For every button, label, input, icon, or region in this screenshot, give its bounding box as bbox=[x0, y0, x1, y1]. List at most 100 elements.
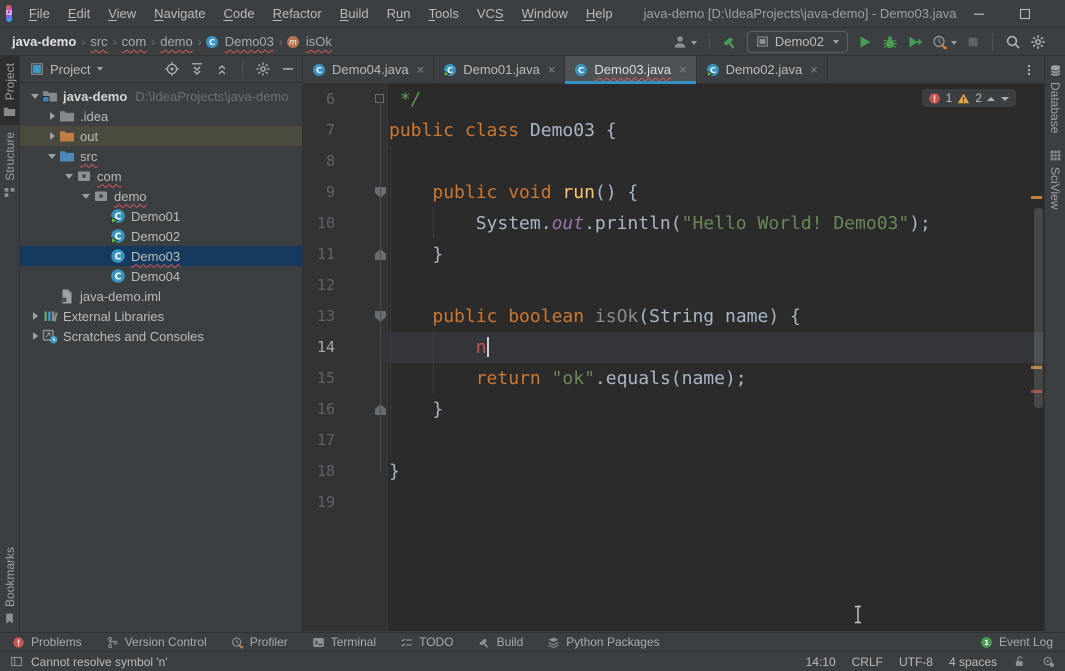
chevron-down-icon[interactable] bbox=[28, 89, 42, 103]
code-line-10[interactable]: System.out.println("Hello World! Demo03"… bbox=[303, 208, 1044, 239]
file-encoding[interactable]: UTF-8 bbox=[899, 655, 933, 669]
tree-item-out[interactable]: out bbox=[20, 126, 302, 146]
menu-view[interactable]: View bbox=[99, 0, 145, 28]
close-button[interactable] bbox=[1048, 0, 1065, 28]
menu-tools[interactable]: Tools bbox=[420, 0, 468, 28]
inspection-profile-icon[interactable] bbox=[1042, 655, 1055, 668]
tool-window-button-terminal[interactable]: Terminal bbox=[312, 635, 376, 649]
debug-button[interactable] bbox=[882, 33, 898, 50]
expand-all-button[interactable] bbox=[189, 61, 205, 77]
tool-window-button-build[interactable]: Build bbox=[478, 635, 523, 649]
tab-close-icon[interactable]: × bbox=[810, 62, 818, 77]
indent-setting[interactable]: 4 spaces bbox=[949, 655, 997, 669]
panel-settings-button[interactable] bbox=[255, 61, 271, 77]
code-line-7[interactable]: public class Demo03 { bbox=[303, 115, 1044, 146]
breadcrumb-item-demo03[interactable]: C Demo03 bbox=[205, 34, 276, 49]
minimize-button[interactable] bbox=[956, 0, 1002, 28]
editor-tab-demo02-java[interactable]: C Demo02.java × bbox=[697, 56, 828, 83]
locate-file-button[interactable] bbox=[164, 61, 180, 77]
tree-item-demo02[interactable]: C Demo02 bbox=[20, 226, 302, 246]
next-problem-button[interactable] bbox=[1001, 94, 1010, 103]
code-line-13[interactable]: public boolean isOk(String name) { bbox=[303, 301, 1044, 332]
line-separator[interactable]: CRLF bbox=[852, 655, 883, 669]
tool-button-sciview[interactable]: SciView bbox=[1048, 141, 1062, 217]
tool-window-button-problems[interactable]: Problems bbox=[12, 635, 82, 649]
menu-refactor[interactable]: Refactor bbox=[264, 0, 331, 28]
tool-button-structure[interactable]: Structure bbox=[0, 125, 19, 206]
tree-item-src[interactable]: src bbox=[20, 146, 302, 166]
code-line-17[interactable] bbox=[303, 425, 1044, 456]
chevron-down-icon[interactable] bbox=[62, 169, 76, 183]
stop-button[interactable] bbox=[966, 34, 980, 50]
tool-window-button-todo[interactable]: TODO bbox=[400, 635, 454, 649]
hidden-tabs-button[interactable] bbox=[1014, 56, 1044, 83]
code-line-14[interactable]: n bbox=[303, 332, 1044, 363]
collapse-all-button[interactable] bbox=[214, 61, 230, 77]
menu-build[interactable]: Build bbox=[331, 0, 378, 28]
user-button[interactable] bbox=[672, 33, 697, 50]
chevron-right-icon[interactable] bbox=[45, 129, 59, 143]
breadcrumb-item-java-demo[interactable]: java-demo bbox=[10, 34, 78, 49]
tab-close-icon[interactable]: × bbox=[417, 62, 425, 77]
breadcrumb-item-src[interactable]: src bbox=[88, 34, 109, 49]
chevron-right-icon[interactable] bbox=[45, 109, 59, 123]
run-button[interactable] bbox=[857, 33, 873, 50]
tool-window-button-version-control[interactable]: Version Control bbox=[106, 635, 207, 649]
run-with-coverage-button[interactable] bbox=[907, 33, 923, 50]
tree-item-external-libraries[interactable]: External Libraries bbox=[20, 306, 302, 326]
tree-item-demo04[interactable]: C Demo04 bbox=[20, 266, 302, 286]
tool-button-database[interactable]: Database bbox=[1048, 56, 1062, 141]
chevron-down-icon[interactable] bbox=[97, 67, 104, 71]
tree-item-demo03[interactable]: C Demo03 bbox=[20, 246, 302, 266]
build-button[interactable] bbox=[722, 33, 738, 50]
chevron-right-icon[interactable] bbox=[28, 309, 42, 323]
tool-window-button-profiler[interactable]: Profiler bbox=[231, 635, 288, 649]
menu-run[interactable]: Run bbox=[378, 0, 420, 28]
editor-tab-demo04-java[interactable]: C Demo04.java × bbox=[303, 56, 435, 83]
code-line-9[interactable]: public void run() { bbox=[303, 177, 1044, 208]
tab-close-icon[interactable]: × bbox=[548, 62, 556, 77]
editor-tab-demo01-java[interactable]: C Demo01.java × bbox=[434, 56, 566, 83]
menu-window[interactable]: Window bbox=[513, 0, 577, 28]
code-line-11[interactable]: } bbox=[303, 239, 1044, 270]
settings-button[interactable] bbox=[1030, 33, 1046, 50]
caret-position[interactable]: 14:10 bbox=[806, 655, 836, 669]
hide-panel-button[interactable] bbox=[280, 61, 296, 77]
code-line-19[interactable] bbox=[303, 487, 1044, 518]
code-line-12[interactable] bbox=[303, 270, 1044, 301]
menu-vcs[interactable]: VCS bbox=[468, 0, 513, 28]
tree-item-demo[interactable]: demo bbox=[20, 186, 302, 206]
menu-code[interactable]: Code bbox=[214, 0, 263, 28]
chevron-right-icon[interactable] bbox=[28, 329, 42, 343]
code-line-15[interactable]: return "ok".equals(name); bbox=[303, 363, 1044, 394]
menu-edit[interactable]: Edit bbox=[59, 0, 99, 28]
breadcrumb-item-com[interactable]: com bbox=[120, 34, 149, 49]
inspection-widget[interactable]: 1 2 bbox=[921, 89, 1016, 107]
tree-item-java-demo[interactable]: java-demo D:\IdeaProjects\java-demo bbox=[20, 86, 302, 106]
menu-file[interactable]: File bbox=[20, 0, 59, 28]
previous-problem-button[interactable] bbox=[987, 94, 996, 103]
tree-item-java-demo-iml[interactable]: java-demo.iml bbox=[20, 286, 302, 306]
tool-window-button-event-log[interactable]: 1 Event Log bbox=[980, 635, 1053, 649]
maximize-button[interactable] bbox=[1002, 0, 1048, 28]
run-configuration-select[interactable]: Demo02 bbox=[746, 30, 848, 53]
tool-window-button-python-packages[interactable]: Python Packages bbox=[547, 635, 660, 649]
layout-toggle-icon[interactable] bbox=[10, 655, 23, 668]
chevron-down-icon[interactable] bbox=[45, 149, 59, 163]
chevron-down-icon[interactable] bbox=[79, 189, 93, 203]
menu-navigate[interactable]: Navigate bbox=[145, 0, 214, 28]
search-everywhere-button[interactable] bbox=[1005, 33, 1021, 50]
tree-item-com[interactable]: com bbox=[20, 166, 302, 186]
breadcrumb-item-demo[interactable]: demo bbox=[158, 34, 195, 49]
tree-item--idea[interactable]: .idea bbox=[20, 106, 302, 126]
code-line-16[interactable]: } bbox=[303, 394, 1044, 425]
tab-close-icon[interactable]: × bbox=[679, 62, 687, 77]
menu-help[interactable]: Help bbox=[577, 0, 622, 28]
code-line-18[interactable]: } bbox=[303, 456, 1044, 487]
code-editor[interactable]: 678910111213141516171819 */public class … bbox=[303, 84, 1044, 631]
tool-button-bookmarks[interactable]: Bookmarks bbox=[0, 540, 19, 632]
tool-button-project[interactable]: Project bbox=[0, 56, 19, 126]
breadcrumb-item-isok[interactable]: m isOk bbox=[286, 34, 334, 49]
code-line-8[interactable] bbox=[303, 146, 1044, 177]
tree-item-demo01[interactable]: C Demo01 bbox=[20, 206, 302, 226]
